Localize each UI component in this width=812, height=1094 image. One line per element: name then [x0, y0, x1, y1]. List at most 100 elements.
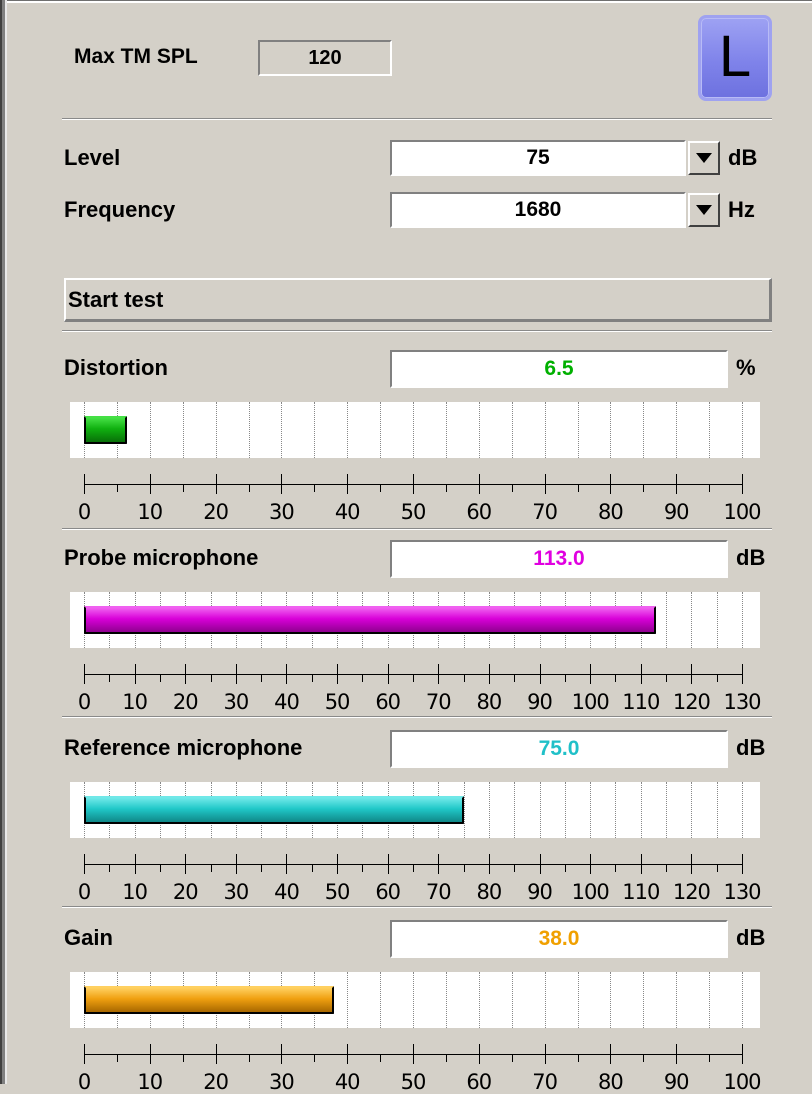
gridline: [413, 402, 414, 458]
distortion-unit: %: [736, 355, 756, 380]
gridline: [445, 402, 447, 458]
gridline: [314, 402, 316, 458]
major-tick: [387, 664, 389, 684]
gridline: [511, 402, 513, 458]
gain-label: Gain: [64, 925, 113, 950]
major-tick: [676, 474, 678, 494]
minor-tick: [666, 864, 668, 872]
tick-label: 0: [77, 500, 91, 524]
gridline: [676, 402, 678, 458]
probe-value: 113.0: [390, 540, 728, 578]
separator: [62, 118, 772, 120]
gridline: [478, 402, 480, 458]
minor-tick: [380, 1054, 382, 1062]
gridline: [666, 592, 668, 648]
major-tick: [215, 474, 217, 494]
gridline: [463, 782, 465, 838]
major-tick: [438, 854, 440, 874]
gridline: [544, 402, 546, 458]
minor-tick: [380, 484, 382, 492]
major-tick: [149, 1044, 151, 1064]
reference-level-bar: [84, 796, 464, 824]
gridline: [691, 592, 693, 648]
minor-tick: [210, 674, 212, 682]
minor-tick: [514, 864, 516, 872]
level-input[interactable]: 75: [390, 140, 686, 176]
minor-tick: [314, 484, 316, 492]
minor-tick: [716, 674, 718, 682]
tick-label: 100: [723, 500, 761, 524]
gain-value: 38.0: [390, 920, 728, 958]
gridline: [478, 972, 480, 1028]
minor-tick: [116, 1054, 118, 1062]
minor-tick: [643, 1054, 645, 1062]
major-tick: [286, 664, 288, 684]
minor-tick: [248, 484, 250, 492]
major-tick: [84, 854, 85, 874]
separator: [62, 906, 772, 908]
gridline: [488, 782, 490, 838]
major-tick: [742, 474, 743, 494]
major-tick: [235, 664, 237, 684]
gridline: [248, 402, 250, 458]
tick-label: 20: [203, 500, 229, 524]
window-left-border-highlight: [5, 0, 7, 1084]
tick-label: 30: [269, 1070, 295, 1094]
gain-axis: [84, 1044, 743, 1064]
reference-value: 75.0: [390, 730, 728, 768]
minor-tick: [564, 864, 566, 872]
window-top-highlight: [0, 1, 812, 3]
gridline: [182, 402, 184, 458]
minor-tick: [413, 864, 414, 872]
distortion-level-bar: [84, 416, 127, 444]
major-tick: [742, 664, 743, 684]
distortion-axis: [84, 474, 743, 494]
probe-axis: [84, 664, 743, 684]
minor-tick: [716, 864, 718, 872]
gridline: [577, 972, 579, 1028]
frequency-dropdown-button[interactable]: [688, 193, 720, 227]
tick-label: 40: [334, 500, 361, 524]
max-tm-spl-label: Max TM SPL: [74, 45, 198, 68]
gridline: [716, 782, 718, 838]
major-tick: [478, 1044, 480, 1064]
gridline: [709, 972, 711, 1028]
separator: [62, 716, 772, 718]
minor-tick: [643, 484, 645, 492]
tick-label: 70: [532, 1070, 558, 1094]
minor-tick: [615, 674, 617, 682]
gridline: [666, 782, 668, 838]
minor-tick: [445, 484, 447, 492]
tick-label: 130: [723, 880, 761, 904]
start-test-button[interactable]: Start test: [64, 278, 772, 322]
major-tick: [185, 664, 187, 684]
major-tick: [691, 664, 693, 684]
major-tick: [488, 854, 490, 874]
gridline: [643, 972, 645, 1028]
gridline: [742, 782, 743, 838]
gridline: [281, 402, 283, 458]
gridline: [380, 972, 382, 1028]
minor-tick: [159, 674, 161, 682]
chevron-down-icon: [696, 205, 712, 215]
minor-tick: [577, 1054, 579, 1062]
minor-tick: [463, 674, 465, 682]
frequency-input[interactable]: 1680: [390, 192, 686, 228]
gridline: [640, 782, 642, 838]
probe-unit: dB: [736, 545, 766, 570]
frequency-label: Frequency: [64, 197, 176, 222]
ear-side-button[interactable]: L: [698, 15, 772, 101]
minor-tick: [261, 674, 263, 682]
level-dropdown-button[interactable]: [688, 141, 720, 175]
minor-tick: [564, 674, 566, 682]
major-tick: [337, 854, 339, 874]
tick-label: 30: [269, 500, 295, 524]
gridline: [610, 972, 612, 1028]
minor-tick: [445, 1054, 447, 1062]
gridline: [742, 592, 743, 648]
gridline: [709, 402, 711, 458]
minor-tick: [362, 674, 364, 682]
tick-label: 40: [334, 1070, 361, 1094]
major-tick: [544, 474, 546, 494]
minor-tick: [511, 1054, 513, 1062]
